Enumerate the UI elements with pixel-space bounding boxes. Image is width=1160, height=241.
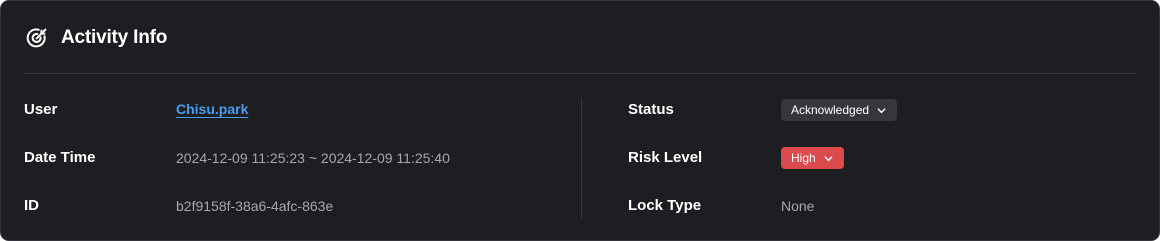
panel-title: Activity Info xyxy=(61,27,168,48)
panel-header: Activity Info xyxy=(25,25,167,51)
chevron-down-icon xyxy=(876,105,887,116)
risk-level-value: High xyxy=(791,151,816,165)
risk-level-label: Risk Level xyxy=(628,149,703,166)
id-label: ID xyxy=(24,197,39,214)
activity-info-panel: Activity Info User Chisu.park Date Time … xyxy=(0,0,1160,241)
status-label: Status xyxy=(628,101,674,118)
risk-level-dropdown[interactable]: High xyxy=(781,147,844,169)
datetime-label: Date Time xyxy=(24,149,96,166)
status-value: Acknowledged xyxy=(791,103,870,117)
user-link[interactable]: Chisu.park xyxy=(176,101,248,117)
target-icon xyxy=(25,26,49,50)
lock-type-label: Lock Type xyxy=(628,197,702,214)
lock-type-value: None xyxy=(781,198,815,214)
header-divider xyxy=(25,73,1137,74)
chevron-down-icon xyxy=(823,153,834,164)
id-value: b2f9158f-38a6-4afc-863e xyxy=(176,198,334,214)
user-label: User xyxy=(24,101,58,118)
status-dropdown[interactable]: Acknowledged xyxy=(781,99,898,121)
column-divider xyxy=(581,98,582,218)
datetime-value: 2024-12-09 11:25:23 ~ 2024-12-09 11:25:4… xyxy=(176,150,450,166)
